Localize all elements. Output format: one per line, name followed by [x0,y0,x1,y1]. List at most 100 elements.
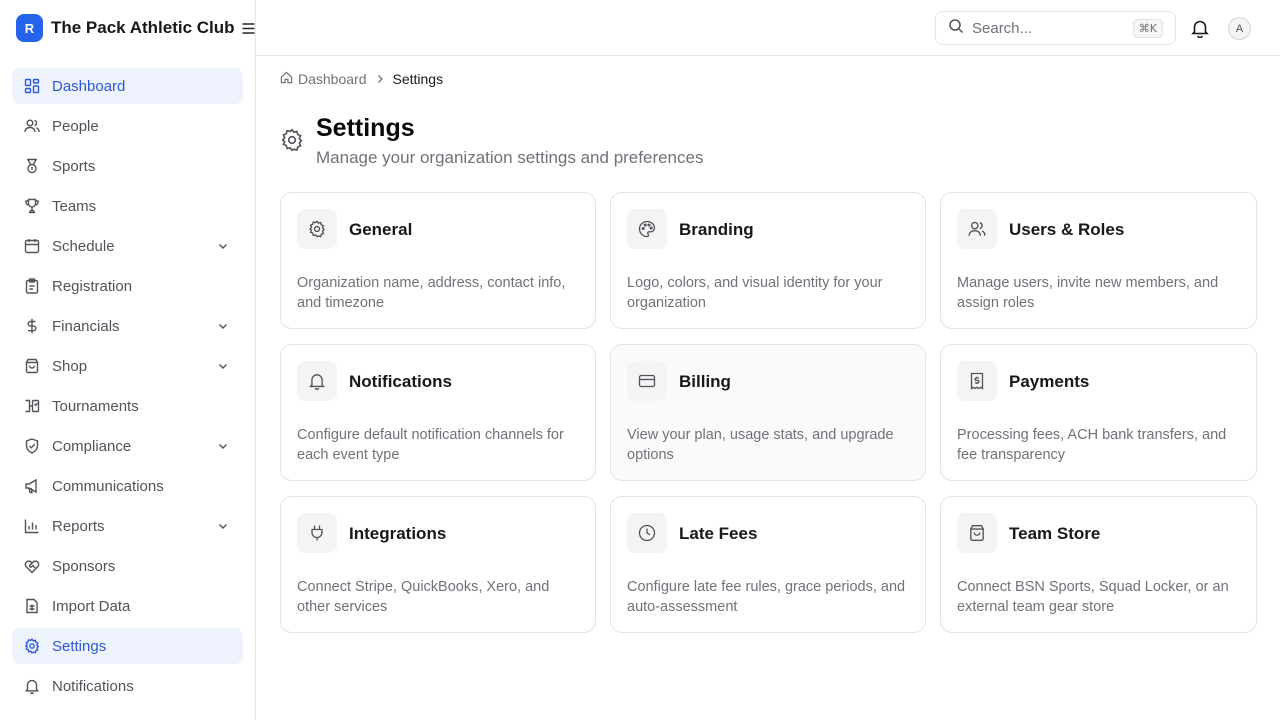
sidebar-item-schedule[interactable]: Schedule [12,228,243,264]
user-avatar[interactable]: A [1228,17,1251,40]
settings-card-notifications[interactable]: Notifications Configure default notifica… [280,344,596,481]
sidebar-item-dashboard[interactable]: Dashboard [12,68,243,104]
main-content: Dashboard Settings Settings Manage your … [256,56,1280,720]
sidebar-item-financials[interactable]: Financials [12,308,243,344]
card-title: Users & Roles [1009,220,1125,239]
plug-icon [297,513,337,553]
card-description: Organization name, address, contact info… [297,275,566,311]
sidebar-item-label: People [52,117,99,135]
sidebar-item-label: Teams [52,197,97,215]
sidebar-item-tournaments[interactable]: Tournaments [12,388,243,424]
bracket-icon [24,398,40,414]
search-input[interactable] [972,19,1122,37]
sidebar-item-label: Registration [52,277,133,295]
bar-chart-icon [24,518,40,534]
sidebar-item-label: Financials [52,317,120,335]
card-description: Connect Stripe, QuickBooks, Xero, and ot… [297,579,550,615]
shopping-bag-icon [24,358,40,374]
dollar-icon [24,318,40,334]
sidebar-item-label: Compliance [52,437,132,455]
card-title: Billing [679,372,731,391]
sidebar-nav: Dashboard People Sports Teams Schedule R… [12,68,243,708]
card-title: Team Store [1009,524,1101,543]
receipt-icon [957,361,997,401]
sidebar-item-label: Reports [52,517,105,535]
settings-card-branding[interactable]: Branding Logo, colors, and visual identi… [610,192,926,329]
gear-icon [280,128,304,152]
brand-name[interactable]: The Pack Athletic Club [51,18,235,38]
search-shortcut-badge: ⌘K [1132,19,1163,38]
sidebar-item-label: Dashboard [52,77,126,95]
chevron-right-icon [375,74,385,84]
card-description: Processing fees, ACH bank transfers, and… [957,427,1227,463]
sidebar-item-sports[interactable]: Sports [12,148,243,184]
shield-check-icon [24,438,40,454]
shopping-bag-icon [957,513,997,553]
card-description: View your plan, usage stats, and upgrade… [627,427,894,463]
card-description: Configure late fee rules, grace periods,… [627,579,906,615]
card-title: Branding [679,220,754,239]
sidebar-item-label: Import Data [52,597,131,615]
sidebar-item-registration[interactable]: Registration [12,268,243,304]
notifications-bell-icon[interactable] [1190,18,1210,39]
chevron-down-icon[interactable] [217,520,229,532]
palette-icon [627,209,667,249]
bell-icon [297,361,337,401]
clock-icon [627,513,667,553]
brand: R The Pack Athletic Club [0,0,255,56]
sidebar-item-label: Notifications [52,677,134,695]
breadcrumb-home-link[interactable]: Dashboard [280,71,367,87]
chevron-down-icon[interactable] [217,360,229,372]
settings-card-general[interactable]: General Organization name, address, cont… [280,192,596,329]
sidebar-item-label: Tournaments [52,397,139,415]
brand-logo[interactable]: R [16,14,43,42]
breadcrumb-home-label: Dashboard [298,71,367,87]
bell-icon [24,678,40,694]
card-title: Integrations [349,524,447,543]
breadcrumb: Dashboard Settings [280,70,443,88]
card-description: Manage users, invite new members, and as… [957,275,1219,311]
search-icon [948,18,964,39]
trophy-icon [24,198,40,214]
sidebar-item-shop[interactable]: Shop [12,348,243,384]
sidebar-item-reports[interactable]: Reports [12,508,243,544]
sidebar-item-import-data[interactable]: Import Data [12,588,243,624]
sidebar-item-compliance[interactable]: Compliance [12,428,243,464]
sidebar-item-communications[interactable]: Communications [12,468,243,504]
sidebar-item-label: Sports [52,157,96,175]
file-spreadsheet-icon [24,598,40,614]
chevron-down-icon[interactable] [217,440,229,452]
sidebar-item-teams[interactable]: Teams [12,188,243,224]
menu-icon[interactable] [242,21,255,35]
sidebar-item-sponsors[interactable]: Sponsors [12,548,243,584]
card-description: Configure default notification channels … [297,427,564,463]
settings-card-team-store[interactable]: Team Store Connect BSN Sports, Squad Loc… [940,496,1257,633]
settings-card-payments[interactable]: Payments Processing fees, ACH bank trans… [940,344,1257,481]
sidebar-item-settings[interactable]: Settings [12,628,243,664]
page-subtitle: Manage your organization settings and pr… [316,148,704,167]
sidebar-item-people[interactable]: People [12,108,243,144]
home-icon [280,71,293,87]
handshake-icon [24,558,40,574]
gear-icon [24,638,40,654]
settings-card-grid: General Organization name, address, cont… [280,192,1257,633]
settings-card-integrations[interactable]: Integrations Connect Stripe, QuickBooks,… [280,496,596,633]
chevron-down-icon[interactable] [217,240,229,252]
chevron-down-icon[interactable] [217,320,229,332]
card-title: Notifications [349,372,452,391]
settings-card-billing[interactable]: Billing View your plan, usage stats, and… [610,344,926,481]
sidebar-item-label: Schedule [52,237,115,255]
sidebar-item-notifications[interactable]: Notifications [12,668,243,704]
sidebar-item-label: Settings [52,637,107,655]
settings-card-late-fees[interactable]: Late Fees Configure late fee rules, grac… [610,496,926,633]
settings-card-users-roles[interactable]: Users & Roles Manage users, invite new m… [940,192,1257,329]
dashboard-icon [24,78,40,94]
megaphone-icon [24,478,40,494]
page-title: Settings [316,114,415,142]
sidebar-item-label: Communications [52,477,164,495]
calendar-icon [24,238,40,254]
clipboard-icon [24,278,40,294]
search-box[interactable]: ⌘K [935,11,1176,45]
medal-icon [24,158,40,174]
users-icon [957,209,997,249]
